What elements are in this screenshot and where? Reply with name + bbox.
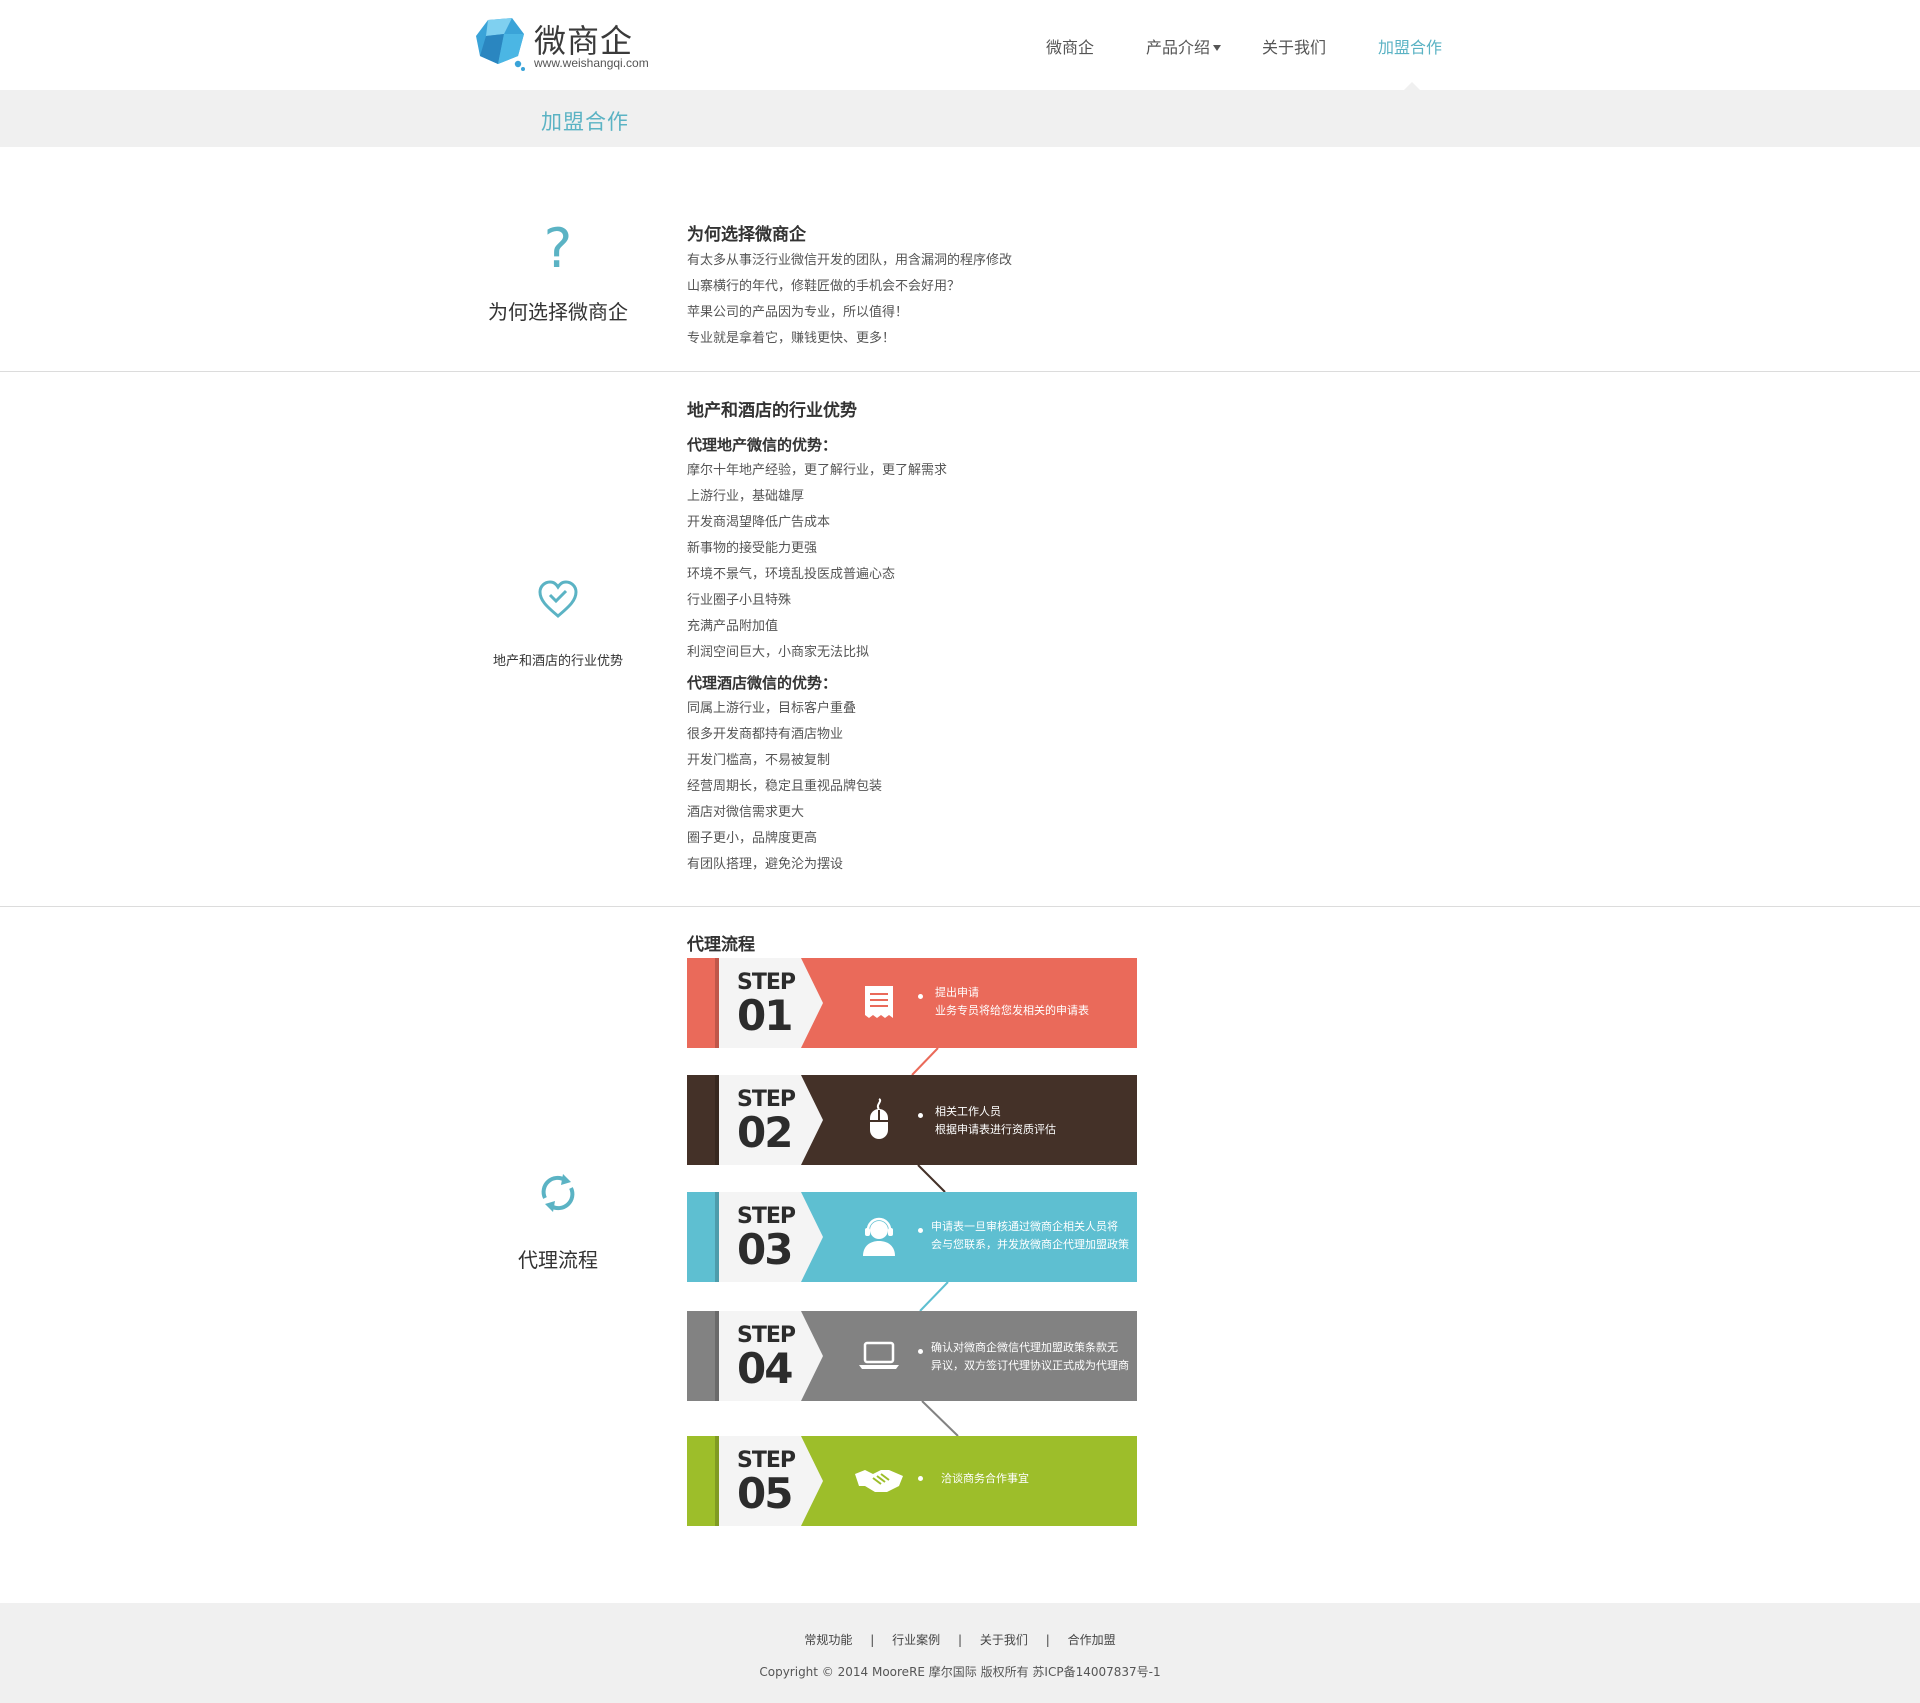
footer-link-about[interactable]: 关于我们 [980, 1631, 1028, 1648]
process-step-5: STEP 05 洽谈商务合作事宜 [687, 1436, 1137, 1526]
step-arrow [801, 1311, 823, 1401]
handshake-icon [855, 1470, 903, 1492]
step-arrow [801, 1436, 823, 1526]
footer-separator: | [870, 1633, 875, 1647]
step-bullet [918, 1476, 923, 1481]
site-footer: 常规功能 | 行业案例 | 关于我们 | 合作加盟 Copyright © 20… [0, 1603, 1920, 1703]
step-arrow [801, 1075, 823, 1165]
document-icon [865, 986, 893, 1018]
step-text-line: 提出申请 [935, 986, 979, 999]
footer-separator: | [957, 1633, 963, 1647]
connector-line-2 [917, 1164, 946, 1193]
connector-line-4 [921, 1400, 959, 1437]
step-text-line: 洽谈商务合作事宜 [941, 1472, 1029, 1485]
step-number: 01 [737, 991, 793, 1040]
step-number: 04 [737, 1344, 793, 1393]
step-text: 相关工作人员 根据申请表进行资质评估 [935, 1103, 1056, 1139]
step-bullet [918, 1349, 923, 1354]
process-step-1: STEP 01 提出申请 业务专员将给您发相关的申请表 [687, 958, 1137, 1048]
footer-link-features[interactable]: 常规功能 [804, 1631, 852, 1648]
step-arrow [801, 1192, 823, 1282]
step-text: 申请表一旦审核通过微商企相关人员将 会与您联系，并发放微商企代理加盟政策 [931, 1218, 1129, 1254]
step-text-line: 会与您联系，并发放微商企代理加盟政策 [931, 1238, 1129, 1251]
footer-link-cases[interactable]: 行业案例 [892, 1631, 940, 1648]
step-text-line: 业务专员将给您发相关的申请表 [935, 1004, 1089, 1017]
mouse-icon [870, 1098, 888, 1139]
step-bullet [918, 1228, 923, 1233]
step-number: 05 [737, 1469, 793, 1518]
support-agent-icon [863, 1217, 895, 1256]
process-step-4: STEP 04 确认对微商企微信代理加盟政策条款无 异议，双方签订代理协议正式成… [687, 1311, 1137, 1401]
step-arrow [801, 958, 823, 1048]
step-number: 03 [737, 1225, 793, 1274]
step-text: 确认对微商企微信代理加盟政策条款无 异议，双方签订代理协议正式成为代理商 [931, 1339, 1129, 1375]
step-bullet [918, 994, 923, 999]
footer-link-join[interactable]: 合作加盟 [1068, 1631, 1116, 1648]
step-text-line: 异议，双方签订代理协议正式成为代理商 [931, 1359, 1129, 1372]
step-text-line: 相关工作人员 [935, 1105, 1001, 1118]
laptop-icon [859, 1341, 899, 1369]
step-number: 02 [737, 1108, 793, 1157]
step-bullet [918, 1113, 923, 1118]
process-step-2: STEP 02 相关工作人员 根据申请表进行资质评估 [687, 1075, 1137, 1165]
footer-links: 常规功能 | 行业案例 | 关于我们 | 合作加盟 [0, 1631, 1920, 1648]
footer-separator: | [1045, 1633, 1050, 1647]
step-text: 提出申请 业务专员将给您发相关的申请表 [935, 984, 1089, 1020]
process-step-3: STEP 03 申请表一旦审核通过微商企相关人员将 会与您联系，并发放微商企代理… [687, 1192, 1137, 1282]
step-text-line: 申请表一旦审核通过微商企相关人员将 [931, 1220, 1118, 1233]
step-text: 洽谈商务合作事宜 [941, 1470, 1029, 1488]
connector-line-3 [919, 1281, 949, 1312]
step-text-line: 根据申请表进行资质评估 [935, 1123, 1056, 1136]
copyright-text: Copyright © 2014 MooreRE 摩尔国际 版权所有 苏ICP备… [759, 1665, 1161, 1679]
step-text-line: 确认对微商企微信代理加盟政策条款无 [931, 1341, 1118, 1354]
connector-line-1 [911, 1047, 939, 1076]
